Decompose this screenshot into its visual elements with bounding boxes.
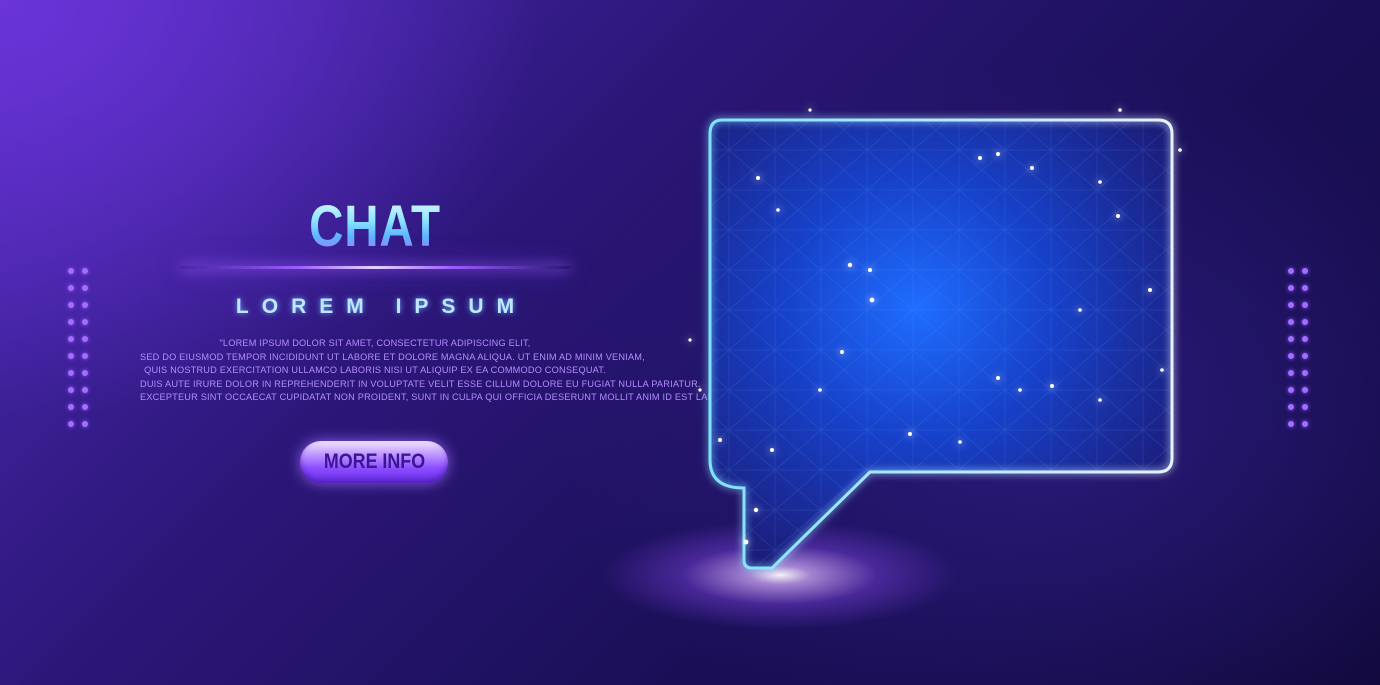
chat-bubble-svg <box>688 108 1182 570</box>
more-info-button-label: MORE INFO <box>323 450 425 473</box>
body-line: EXCEPTEUR SINT OCCAECAT CUPIDATAT NON PR… <box>140 392 749 403</box>
banner: CHAT LOREM IPSUM "LOREM IPSUM DOLOR SIT … <box>0 0 1380 685</box>
hero-title: CHAT <box>182 190 567 256</box>
body-line: QUIS NOSTRUD EXERCITATION ULLAMCO LABORI… <box>144 365 606 376</box>
decorative-dots-left <box>68 268 96 427</box>
body-line: DUIS AUTE IRURE DOLOR IN REPREHENDERIT I… <box>140 378 701 389</box>
body-line: SED DO EIUSMOD TEMPOR INCIDIDUNT UT LABO… <box>140 351 645 362</box>
hero-subtitle: LOREM IPSUM <box>235 295 528 318</box>
title-underline-glow <box>180 266 570 269</box>
hero-body-text: "LOREM IPSUM DOLOR SIT AMET, CONSECTETUR… <box>140 337 749 405</box>
chat-bubble-icon <box>660 90 1220 630</box>
hero-text-block: CHAT LOREM IPSUM "LOREM IPSUM DOLOR SIT … <box>140 190 749 405</box>
body-line: "LOREM IPSUM DOLOR SIT AMET, CONSECTETUR… <box>219 338 531 348</box>
more-info-button[interactable]: MORE INFO <box>300 441 448 483</box>
decorative-dots-right <box>1288 268 1316 427</box>
